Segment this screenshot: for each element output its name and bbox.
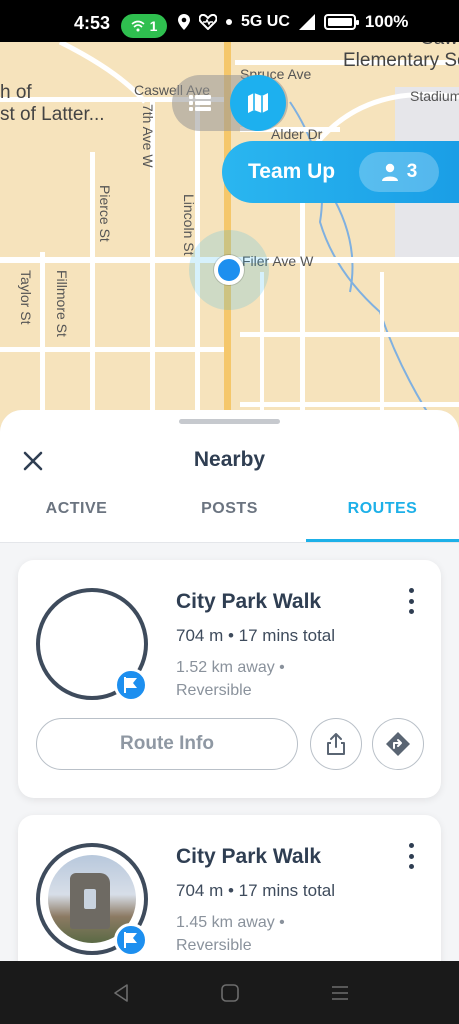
status-bar: 4:53 1 5G UC 100% [0, 0, 459, 42]
team-up-button[interactable]: Team Up 3 [222, 141, 459, 203]
map-label-sawtooth: Saw [421, 42, 458, 50]
nearby-sheet: Nearby ACTIVE POSTS ROUTES City Park Wal… [0, 410, 459, 961]
map-label-elementary: Elementary Sc [343, 50, 459, 71]
route-title: City Park Walk [176, 590, 322, 613]
tab-bar: ACTIVE POSTS ROUTES [0, 498, 459, 543]
route-direction: Reversible [176, 937, 252, 954]
team-member-count: 3 [359, 152, 439, 192]
map-label-pierce: Pierce St [97, 185, 113, 242]
active-tab-indicator [306, 539, 459, 542]
hotspot-indicator: 1 [121, 14, 167, 38]
battery-percent: 100% [364, 12, 409, 31]
map-icon [248, 93, 268, 113]
directions-button[interactable] [372, 718, 424, 770]
status-time: 4:53 [74, 13, 111, 33]
sheet-drag-handle[interactable] [179, 419, 280, 424]
hotspot-count: 1 [149, 18, 158, 34]
share-button[interactable] [310, 718, 362, 770]
wifi-hotspot-icon [131, 20, 145, 32]
map-label-church2: st of Latter... [0, 104, 105, 125]
route-title: City Park Walk [176, 845, 322, 868]
home-icon [221, 984, 239, 1002]
person-icon [381, 163, 398, 181]
flag-icon [124, 932, 137, 948]
flag-icon [124, 677, 137, 693]
status-icons: 5G UC 100% [178, 12, 408, 32]
sheet-title: Nearby [193, 448, 266, 471]
back-icon [114, 984, 128, 1002]
route-distance-block: 1.45 km away • Reversible [176, 911, 285, 957]
map-label-taylor: Taylor St [18, 270, 34, 325]
route-info-button[interactable]: Route Info [36, 718, 298, 770]
view-toggle [172, 75, 288, 131]
route-card[interactable]: City Park Walk 704 m • 17 mins total 1.4… [18, 815, 441, 961]
heart-health-icon [199, 14, 217, 30]
tab-active[interactable]: ACTIVE [0, 500, 153, 518]
route-distance: 1.45 km away • [176, 914, 285, 931]
map-label-alder: Alder Dr [271, 126, 323, 142]
map-label-stadium: Stadium [410, 88, 459, 104]
list-icon [189, 95, 211, 111]
current-location-marker [214, 255, 244, 285]
signal-icon [298, 14, 315, 30]
more-options-button[interactable] [402, 843, 420, 869]
route-distance: 1.52 km away • [176, 659, 285, 676]
route-distance-block: 1.52 km away • Reversible [176, 656, 285, 702]
home-button[interactable] [218, 981, 242, 1005]
team-up-label: Team Up [248, 160, 336, 183]
route-direction: Reversible [176, 682, 252, 699]
list-view-button[interactable] [186, 90, 214, 116]
route-card[interactable]: City Park Walk 704 m • 17 mins total 1.5… [18, 560, 441, 798]
route-meta: 704 m • 17 mins total [176, 881, 336, 900]
notification-dot-icon [226, 19, 232, 25]
share-icon [327, 733, 345, 755]
map-view-button[interactable] [230, 75, 286, 131]
directions-icon [386, 732, 410, 756]
map-label-lincoln: Lincoln St [181, 194, 197, 256]
tab-posts[interactable]: POSTS [153, 500, 306, 518]
menu-icon [332, 986, 348, 1000]
route-start-badge [114, 668, 148, 702]
more-options-button[interactable] [402, 588, 420, 614]
network-label: 5G UC [241, 13, 290, 30]
map-label-fillmore: Fillmore St [54, 270, 70, 337]
recents-button[interactable] [328, 981, 352, 1005]
more-vertical-icon [408, 843, 414, 848]
tab-routes[interactable]: ROUTES [306, 500, 459, 518]
map-label-church: h of [0, 82, 32, 103]
team-count-value: 3 [406, 161, 418, 182]
route-meta: 704 m • 17 mins total [176, 626, 336, 645]
more-vertical-icon [408, 588, 414, 593]
location-icon [178, 14, 190, 30]
back-button[interactable] [109, 981, 133, 1005]
map-label-7th-ave: 7th Ave W [140, 104, 156, 168]
system-nav-bar [0, 961, 459, 1024]
route-start-badge [114, 923, 148, 957]
battery-icon [323, 14, 359, 30]
sheet-header: Nearby ACTIVE POSTS ROUTES [0, 410, 459, 543]
